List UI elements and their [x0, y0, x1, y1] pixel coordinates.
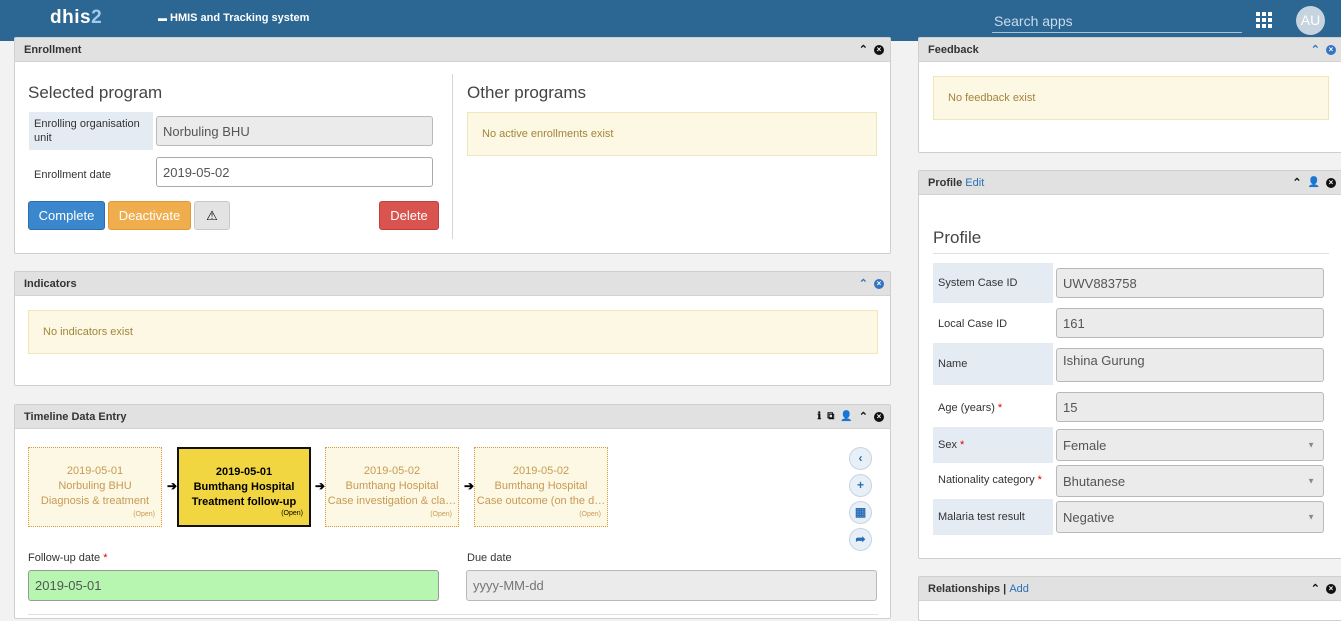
followup-date-label: Follow-up date *: [28, 552, 108, 564]
enrollment-date-label: Enrollment date: [34, 169, 112, 181]
system-case-id-field: UWV883758: [1056, 268, 1324, 298]
profile-widget: Profile Edit ⌃ 👤 × Profile System Case I…: [918, 170, 1341, 559]
arrow-right-icon: ➔: [464, 479, 475, 493]
indicators-header: Indicators ⌃ ×: [15, 272, 890, 296]
add-event-button[interactable]: +: [849, 474, 872, 497]
sex-select[interactable]: Female ▼: [1056, 429, 1324, 461]
close-icon[interactable]: ×: [874, 45, 884, 55]
dhis2-logo[interactable]: dhis2: [50, 7, 102, 29]
local-case-id-field[interactable]: 161: [1056, 308, 1324, 338]
profile-field-label: Malaria test result: [933, 499, 1053, 535]
profile-header: Profile Edit ⌃ 👤 ×: [919, 171, 1341, 195]
warning-button[interactable]: ⚠: [194, 201, 230, 230]
profile-field-label: Name: [933, 343, 1053, 385]
profile-field-label: System Case ID: [933, 263, 1053, 303]
copy-icon[interactable]: ⧉: [827, 412, 834, 422]
chevron-down-icon: ▼: [1307, 512, 1315, 522]
complete-button[interactable]: Complete: [28, 201, 105, 230]
close-icon[interactable]: ×: [1326, 584, 1336, 594]
collapse-icon[interactable]: ⌃: [859, 44, 868, 56]
flag-icon: ▬: [158, 13, 167, 23]
event-stage[interactable]: 2019-05-02 Bumthang Hospital Case investig…: [325, 447, 459, 527]
enrollment-header: Enrollment ⌃ ×: [15, 38, 890, 62]
user-icon[interactable]: 👤: [840, 412, 852, 422]
due-date-label: Due date: [467, 552, 512, 564]
close-icon[interactable]: ×: [874, 412, 884, 422]
close-icon[interactable]: ×: [1326, 45, 1336, 55]
collapse-icon[interactable]: ⌃: [1311, 44, 1320, 56]
collapse-icon[interactable]: ⌃: [859, 411, 868, 423]
collapse-icon[interactable]: ⌃: [859, 278, 868, 290]
collapse-icon[interactable]: ⌃: [1292, 177, 1301, 189]
divider: [452, 74, 453, 239]
indicators-widget: Indicators ⌃ × No indicators exist: [14, 271, 891, 386]
nationality-select[interactable]: Bhutanese ▼: [1056, 465, 1324, 497]
other-programs-heading: Other programs: [467, 83, 587, 102]
add-relationship-link[interactable]: Add: [1009, 583, 1029, 595]
close-icon[interactable]: ×: [874, 279, 884, 289]
apps-grid-icon[interactable]: [1256, 12, 1272, 28]
app-title: ▬ HMIS and Tracking system: [158, 12, 310, 24]
relationships-widget: Relationships | Add ⌃ ×: [918, 576, 1341, 621]
profile-field-label: Age (years) *: [938, 402, 1003, 414]
event-stage-active[interactable]: 2019-05-01 Bumthang Hospital Treatment fol…: [177, 447, 311, 527]
event-stage[interactable]: 2019-05-01 Norbuling BHU Diagnosis & treat…: [28, 447, 162, 527]
timeline-widget: Timeline Data Entry ℹ ⧉ 👤 ⌃ × 2019-05-01…: [14, 404, 891, 619]
no-indicators-alert: No indicators exist: [28, 310, 878, 354]
share-icon: ➦: [855, 532, 866, 546]
due-date-field[interactable]: [466, 570, 877, 601]
event-stage[interactable]: 2019-05-02 Bumthang Hospital Case outcome …: [474, 447, 608, 527]
feedback-header: Feedback ⌃ ×: [919, 38, 1341, 62]
plus-icon: +: [856, 478, 864, 492]
enrollment-date-field[interactable]: 2019-05-02: [156, 157, 433, 187]
profile-heading: Profile: [933, 228, 982, 247]
collapse-icon[interactable]: ⌃: [1311, 583, 1320, 595]
warning-icon: ⚠: [206, 207, 218, 223]
age-field[interactable]: 15: [1056, 392, 1324, 422]
selected-program-heading: Selected program: [28, 83, 163, 102]
no-feedback-alert: No feedback exist: [933, 76, 1329, 120]
timeline-header: Timeline Data Entry ℹ ⧉ 👤 ⌃ ×: [15, 405, 890, 429]
info-icon[interactable]: ℹ: [817, 412, 821, 422]
feedback-widget: Feedback ⌃ × No feedback exist: [918, 37, 1341, 153]
chevron-down-icon: ▼: [1307, 440, 1315, 450]
arrow-right-icon: ➔: [315, 479, 326, 493]
profile-field-label: Sex *: [933, 427, 1053, 463]
top-bar: dhis2 ▬HMIS and Tracking system AU: [0, 0, 1341, 41]
profile-field-label: Local Case ID: [938, 318, 1008, 330]
user-avatar[interactable]: AU: [1296, 6, 1325, 35]
org-unit-label: Enrolling organisation unit: [29, 112, 153, 150]
malaria-result-select[interactable]: Negative ▼: [1056, 501, 1324, 533]
profile-divider: [933, 253, 1329, 254]
relationships-header: Relationships | Add ⌃ ×: [919, 577, 1341, 601]
enrollment-widget: Enrollment ⌃ × Selected program Enrollin…: [14, 37, 891, 254]
name-field[interactable]: Ishina Gurung: [1056, 348, 1324, 382]
edit-profile-link[interactable]: Edit: [965, 177, 984, 189]
search-apps-input[interactable]: [992, 9, 1242, 33]
calendar-icon: ▦: [854, 505, 867, 519]
chevron-down-icon: ▼: [1307, 476, 1315, 486]
arrow-right-icon: ➔: [167, 479, 178, 493]
deactivate-button[interactable]: Deactivate: [108, 201, 191, 230]
profile-field-label: Nationality category *: [938, 474, 1042, 486]
schedule-button[interactable]: ▦: [849, 501, 872, 524]
followup-date-field[interactable]: 2019-05-01: [28, 570, 439, 601]
refer-button[interactable]: ➦: [849, 528, 872, 551]
delete-button[interactable]: Delete: [379, 201, 439, 230]
close-icon[interactable]: ×: [1326, 178, 1336, 188]
org-unit-field: Norbuling BHU: [156, 116, 433, 146]
back-button[interactable]: ‹: [849, 447, 872, 470]
chevron-left-icon: ‹: [858, 451, 863, 465]
user-icon[interactable]: 👤: [1308, 178, 1320, 188]
no-enrollments-alert: No active enrollments exist: [467, 112, 877, 156]
